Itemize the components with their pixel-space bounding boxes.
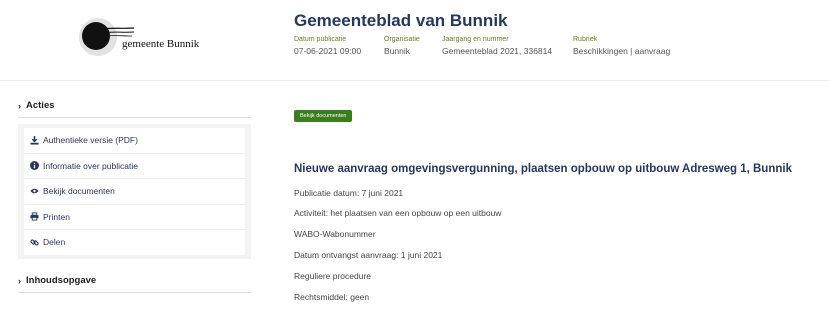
action-label: Delen (43, 237, 66, 248)
paragraph: Rechtsmiddel: geen (294, 292, 370, 302)
paragraph: Datum ontvangst aanvraag: 1 juni 2021 (294, 250, 443, 260)
gemeente-bunnik-logo[interactable]: gemeente Bunnik (78, 15, 208, 59)
actions-list: Authentieke versie (PDF) Informatie over… (24, 128, 245, 255)
page-header: gemeente Bunnik Gemeenteblad van Bunnik … (0, 0, 829, 81)
action-share[interactable]: Delen (24, 230, 245, 255)
meta-value: 07-06-2021 09:00 (294, 46, 362, 56)
action-label: Bekijk documenten (43, 186, 115, 197)
meta-label: Datum publicatie (294, 36, 347, 43)
chevron-right-icon: › (18, 275, 21, 286)
actions-heading-label: Acties (26, 100, 55, 111)
share-icon (30, 238, 39, 247)
paragraph: Publicatie datum: 7 juni 2021 (294, 188, 404, 198)
paragraph: WABO-Wabonummer (294, 229, 376, 239)
actions-heading[interactable]: › Acties (18, 100, 251, 118)
view-documents-button[interactable]: Bekijk documenten (294, 110, 353, 122)
toc-heading[interactable]: › Inhoudsopgave (18, 275, 251, 293)
action-label: Printen (43, 211, 70, 222)
actions-panel: Authentieke versie (PDF) Informatie over… (18, 124, 251, 259)
print-icon (30, 212, 39, 221)
chevron-right-icon: › (18, 100, 21, 111)
action-label: Informatie over publicatie (43, 160, 138, 171)
meta-label: Jaargang en nummer (442, 36, 509, 43)
document-title: Nieuwe aanvraag omgevingsvergunning, pla… (294, 163, 792, 175)
meta-category: Rubriek Beschikkingen | aanvraag (573, 36, 670, 56)
action-label: Authentieke versie (PDF) (43, 135, 138, 146)
meta-value: Beschikkingen | aanvraag (573, 46, 671, 56)
meta-label: Organisatie (384, 36, 420, 43)
action-authentic-pdf[interactable]: Authentieke versie (PDF) (24, 128, 245, 154)
meta-value: Gemeenteblad 2021, 336814 (442, 46, 553, 56)
eye-icon (30, 187, 39, 195)
meta-organisation: Organisatie Bunnik (384, 36, 420, 56)
sidebar: › Acties Authentieke versie (PDF) Inform… (18, 100, 251, 259)
logo-text: gemeente Bunnik (122, 38, 200, 50)
toc-heading-label: Inhoudsopgave (26, 275, 97, 286)
paragraph: Activiteit: het plaatsen van een opbouw … (294, 208, 502, 218)
meta-volume-number: Jaargang en nummer Gemeenteblad 2021, 33… (442, 36, 552, 56)
meta-value: Bunnik (384, 46, 410, 56)
page-title: Gemeenteblad van Bunnik (294, 11, 508, 30)
action-publication-info[interactable]: Informatie over publicatie (24, 154, 245, 179)
logo-emblem-icon (79, 18, 135, 56)
meta-label: Rubriek (573, 36, 598, 43)
main-content: Bekijk documenten Nieuwe aanvraag omgevi… (294, 104, 814, 302)
action-view-documents[interactable]: Bekijk documenten (24, 179, 245, 205)
action-print[interactable]: Printen (24, 205, 245, 230)
table-of-contents: › Inhoudsopgave (18, 275, 251, 293)
download-icon (30, 135, 39, 145)
info-icon (30, 161, 39, 171)
paragraph: Reguliere procedure (294, 271, 372, 281)
meta-publication-date: Datum publicatie 07-06-2021 09:00 (294, 36, 361, 56)
